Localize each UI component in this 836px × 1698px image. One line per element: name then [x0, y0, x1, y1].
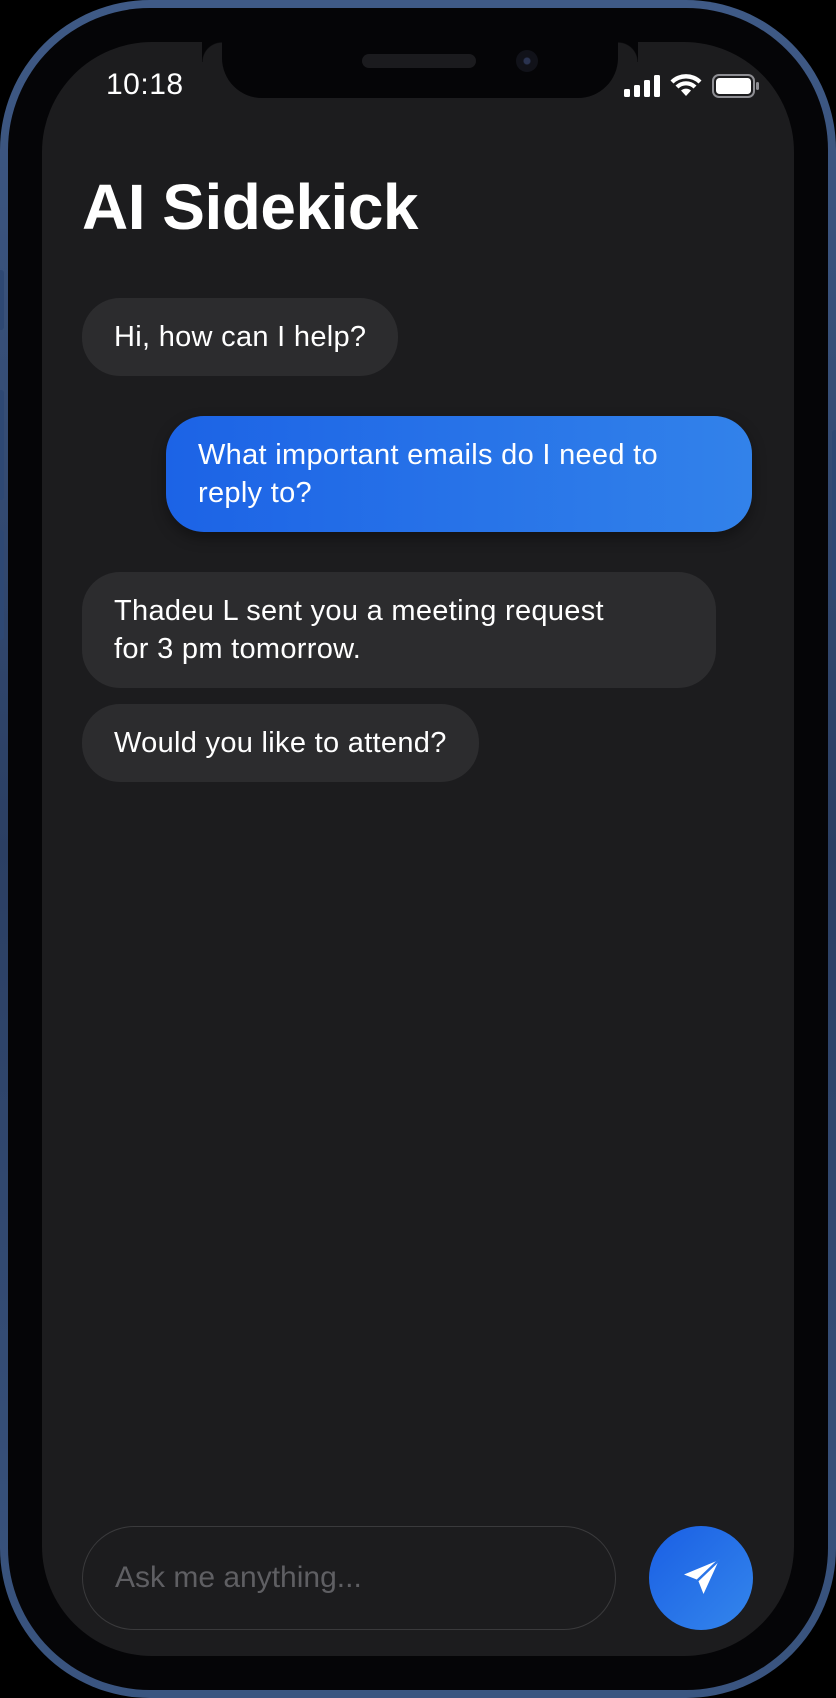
wifi-icon: [670, 74, 702, 96]
message-bubble-bot: Would you like to attend?: [82, 704, 479, 782]
power-button: [832, 430, 836, 600]
phone-frame: 10:18 AI Sidekick Hi, how can I help? Wh…: [0, 0, 836, 1698]
signal-icon: [624, 75, 660, 97]
volume-down-button: [0, 530, 4, 640]
status-icons: [624, 74, 760, 98]
app-screen: 10:18 AI Sidekick Hi, how can I help? Wh…: [42, 42, 794, 1656]
send-icon: [684, 1558, 721, 1594]
message-bubble-bot: Thadeu L sent you a meeting request for …: [82, 572, 716, 688]
message-input[interactable]: [82, 1526, 616, 1630]
front-camera: [516, 50, 538, 72]
status-time: 10:18: [106, 68, 184, 101]
send-button[interactable]: [649, 1526, 753, 1630]
page-title: AI Sidekick: [82, 171, 419, 243]
message-bubble-bot: Hi, how can I help?: [82, 298, 399, 376]
phone-bezel: 10:18 AI Sidekick Hi, how can I help? Wh…: [8, 8, 828, 1690]
battery-icon: [712, 74, 759, 98]
speaker-grille: [362, 54, 476, 68]
volume-up-button: [0, 390, 4, 500]
notch: [222, 42, 638, 98]
message-bubble-user: What important emails do I need to reply…: [166, 416, 752, 532]
volume-button: [0, 270, 4, 330]
